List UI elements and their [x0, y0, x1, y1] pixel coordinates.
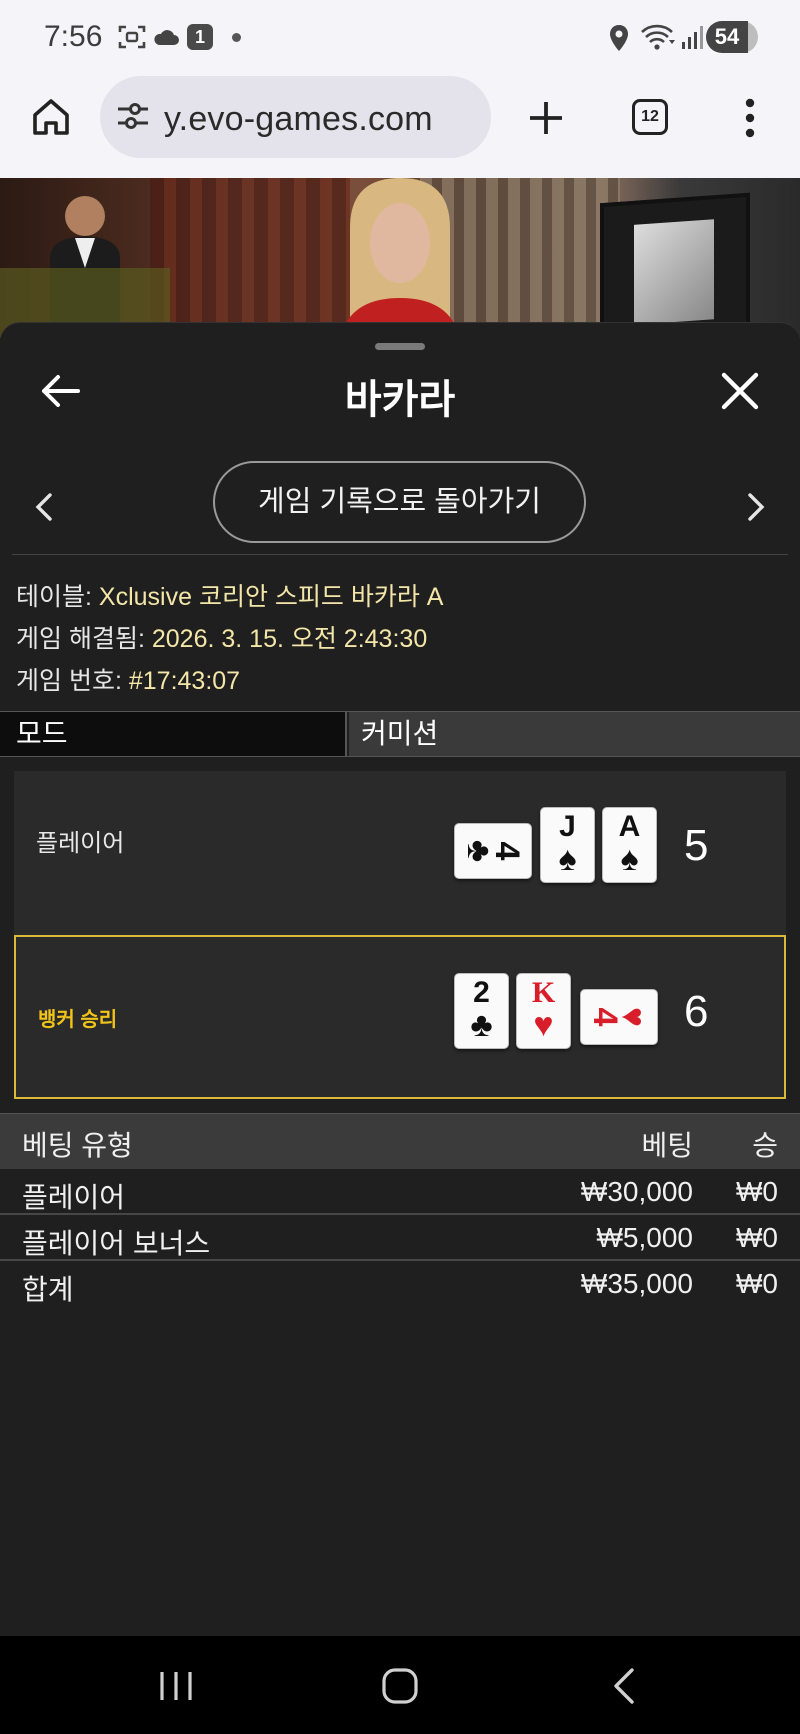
recent-apps-icon[interactable]	[158, 1670, 194, 1702]
status-bar: 7:56 1 54	[0, 0, 800, 72]
mode-value: 커미션	[349, 712, 800, 756]
table-label: 테이블:	[16, 583, 92, 611]
total-win-amount: ₩0	[736, 1268, 778, 1299]
bet-amount: ₩5,000	[596, 1222, 694, 1253]
player-card-3: A ♠	[602, 807, 657, 883]
bet-amount: ₩30,000	[580, 1176, 693, 1207]
more-vert-icon[interactable]	[740, 96, 760, 140]
studio-monitor	[600, 192, 750, 338]
card-rank: A	[618, 810, 641, 843]
banker-hand-row: 뱅커 승리 2 ♣ K ♥ 4 ♥ 6	[14, 935, 786, 1099]
win-amount: ₩0	[736, 1176, 778, 1207]
next-round-chevron-icon[interactable]	[740, 487, 770, 527]
back-nav-icon[interactable]	[610, 1666, 638, 1706]
previous-round-chevron-icon[interactable]	[30, 487, 60, 527]
mode-label: 모드	[0, 712, 347, 756]
live-video-background	[0, 178, 800, 338]
bet-type: 플레이어 보너스	[22, 1228, 211, 1259]
bet-table-header: 베팅 유형 베팅 승	[0, 1113, 800, 1169]
banker-win-label: 뱅커 승리	[38, 1009, 118, 1031]
banker-card-1: 2 ♣	[454, 973, 509, 1049]
dealer-center-figure	[340, 178, 460, 338]
card-suit: ♠	[558, 840, 577, 878]
divider	[12, 554, 788, 555]
back-to-history-button[interactable]: 게임 기록으로 돌아가기	[213, 461, 586, 543]
table-row: 플레이어 보너스 ₩5,000 ₩0	[0, 1215, 800, 1261]
battery-level: 54	[706, 21, 748, 53]
bet-amount-header: 베팅	[641, 1130, 693, 1161]
banker-score: 6	[684, 987, 709, 1036]
status-time: 7:56	[44, 20, 103, 53]
table-value: Xclusive 코리안 스피드 바카라 A	[98, 583, 444, 611]
cloud-icon	[154, 30, 179, 45]
card-rank: 2	[473, 976, 490, 1009]
url-text: y.evo-games.com	[164, 100, 433, 138]
address-bar[interactable]: y.evo-games.com	[100, 76, 491, 158]
screenshot-icon	[118, 25, 146, 49]
table-row: 플레이어 ₩30,000 ₩0	[0, 1169, 800, 1215]
player-card-1: ♣ 4	[454, 823, 532, 879]
player-card-2: J ♠	[540, 807, 595, 883]
site-settings-icon[interactable]	[116, 100, 150, 132]
bet-type-header: 베팅 유형	[22, 1130, 133, 1161]
close-icon[interactable]	[718, 369, 762, 413]
resolved-label: 게임 해결됨:	[16, 625, 145, 653]
mode-row: 모드 커미션	[0, 711, 800, 757]
player-hand-row: 플레이어 ♣ 4 J ♠ A ♠ 5	[14, 771, 786, 935]
game-number-info: 게임 번호: #17:43:07	[16, 661, 240, 697]
card-suit: ♣	[470, 1006, 493, 1044]
modal-title: 바카라	[344, 378, 456, 422]
card-rank: J	[559, 810, 576, 843]
home-icon[interactable]	[30, 96, 72, 138]
player-label: 플레이어	[36, 830, 125, 857]
card-suit: ♥	[614, 1006, 652, 1028]
browser-toolbar: y.evo-games.com 12	[0, 72, 800, 178]
card-rank: 4	[488, 841, 526, 861]
card-rank: K	[531, 976, 556, 1009]
total-label: 합계	[22, 1274, 74, 1305]
total-bet-amount: ₩35,000	[580, 1268, 693, 1299]
new-tab-plus-icon[interactable]	[526, 98, 566, 138]
tabs-icon[interactable]: 12	[632, 99, 668, 135]
location-icon	[610, 25, 628, 51]
resolved-value: 2026. 3. 15. 오전 2:43:30	[151, 625, 428, 653]
system-nav-bar	[0, 1636, 800, 1734]
game-history-sheet: 바카라 게임 기록으로 돌아가기 테이블: Xclusive 코리안 스피드 바…	[0, 322, 800, 1636]
notification-badge: 1	[187, 24, 213, 50]
resolved-info: 게임 해결됨: 2026. 3. 15. 오전 2:43:30	[16, 619, 427, 655]
table-info: 테이블: Xclusive 코리안 스피드 바카라 A	[16, 577, 443, 613]
win-amount: ₩0	[736, 1222, 778, 1253]
player-score: 5	[684, 821, 709, 870]
card-suit: ♠	[620, 840, 639, 878]
banker-card-2: K ♥	[516, 973, 571, 1049]
wifi-icon	[641, 24, 675, 50]
sheet-grabber[interactable]	[375, 343, 425, 350]
total-row: 합계 ₩35,000 ₩0	[0, 1261, 800, 1307]
game-number-value: #17:43:07	[128, 667, 241, 695]
signal-icon	[682, 26, 703, 49]
game-number-label: 게임 번호:	[16, 667, 122, 695]
card-suit: ♥	[533, 1006, 554, 1044]
home-button-icon[interactable]	[380, 1666, 420, 1706]
more-notifications-dot	[232, 33, 241, 42]
banker-card-3: 4 ♥	[580, 989, 658, 1045]
win-amount-header: 승	[752, 1130, 778, 1161]
bet-type: 플레이어	[22, 1182, 126, 1213]
